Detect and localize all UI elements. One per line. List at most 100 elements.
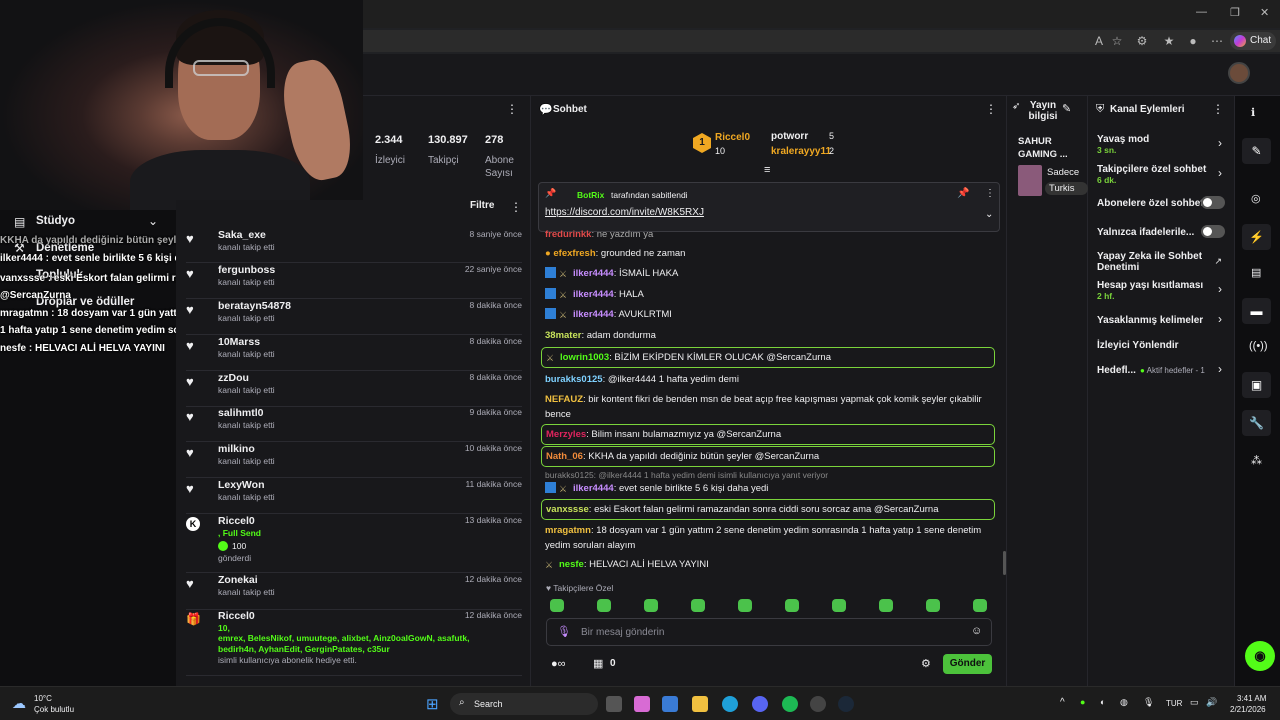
action-slow-mode[interactable]: Yavaş mod [1097, 134, 1149, 145]
action-raid[interactable]: İzleyici Yönlendir [1097, 340, 1179, 351]
avatar[interactable] [1228, 62, 1250, 84]
copilot-chat-button[interactable]: Chat [1230, 32, 1276, 50]
search-box[interactable]: ⌕ Search [450, 693, 598, 715]
action-emotes-only[interactable]: Yalnızca ifadelerile... [1097, 227, 1194, 238]
clock-time[interactable]: 3:41 AM [1237, 694, 1266, 703]
copilot-app-icon[interactable] [634, 696, 650, 712]
heart-icon: ♥ [186, 338, 194, 353]
list-item: ♥ fergunboss kanalı takip etti 22 saniye ön… [186, 264, 522, 299]
expand-icon[interactable]: ≡ [764, 164, 770, 176]
leader-name[interactable]: Riccel0 [715, 132, 750, 143]
pinned-link[interactable]: https://discord.com/invite/W8K5RXJ [545, 207, 704, 218]
chevron-right-icon[interactable]: › [1218, 166, 1222, 180]
notes-icon[interactable]: ▤ [1251, 266, 1261, 279]
camera-icon[interactable]: ◎ [1251, 192, 1261, 205]
language-indicator[interactable]: TUR [1166, 699, 1182, 708]
wrench-icon[interactable]: 🔧 [1242, 410, 1271, 436]
filter-button[interactable]: Filtre [470, 200, 494, 211]
action-subscribers-only[interactable]: Abonelere özel sohbet [1097, 198, 1204, 209]
action-goals[interactable]: Hedefl... [1097, 365, 1136, 376]
weather-desc[interactable]: Çok bulutlu [34, 705, 74, 714]
leader-name[interactable]: potworr [771, 131, 808, 142]
clock-date[interactable]: 2/21/2026 [1230, 705, 1266, 714]
chevron-down-icon[interactable]: ⌄ [148, 214, 158, 228]
edit-icon[interactable]: ✎ [1242, 138, 1271, 164]
windows-start-icon[interactable]: ⊞ [426, 695, 439, 713]
lightning-icon[interactable]: ⚡ [1242, 224, 1271, 250]
more-icon[interactable]: ⋮ [506, 102, 518, 116]
volume-icon[interactable]: 🔊 [1206, 697, 1217, 708]
copilot-icon [1234, 35, 1246, 47]
action-followers-only[interactable]: Takipçilere özel sohbet [1097, 164, 1206, 175]
subscribers-only-toggle[interactable] [1201, 196, 1225, 209]
microphone-icon[interactable]: 🎙 [1143, 697, 1154, 708]
tag-pill[interactable]: Turkis [1045, 182, 1088, 195]
close-icon[interactable]: ✕ [1260, 6, 1269, 19]
discord-icon[interactable] [752, 696, 768, 712]
broadcast-icon[interactable]: ((•)) [1249, 340, 1268, 352]
tray-steam-icon[interactable]: ◐ [1100, 697, 1105, 707]
follower-label: Takipçi [428, 155, 459, 166]
leader-count: 10 [715, 146, 726, 156]
heart-icon: ♥ [186, 374, 194, 389]
minimize-icon[interactable]: — [1196, 6, 1207, 18]
action-banned-words[interactable]: Yasaklanmış kelimeler [1097, 315, 1203, 326]
emote-bar[interactable] [550, 599, 1000, 615]
maximize-icon[interactable]: ❐ [1230, 6, 1240, 19]
action-ai-moderation[interactable]: Yapay Zeka ile Sohbet Denetimi [1097, 251, 1209, 273]
edit-icon[interactable]: ✎ [1062, 102, 1071, 115]
info-icon[interactable]: ℹ [1251, 106, 1255, 119]
spotify-icon[interactable] [782, 696, 798, 712]
more-icon[interactable]: ⋯ [1210, 34, 1224, 48]
task-view-icon[interactable] [606, 696, 622, 712]
leader-name[interactable]: kralerayyy11 [771, 146, 831, 157]
favorites-icon[interactable]: ★ [1162, 34, 1176, 48]
chevron-right-icon[interactable]: › [1218, 312, 1222, 326]
external-link-icon[interactable]: ↗ [1214, 256, 1222, 267]
category-name[interactable]: Sadece [1047, 167, 1088, 178]
more-icon[interactable]: ⋮ [985, 102, 997, 116]
tray-discord-icon[interactable]: ◍ [1120, 697, 1128, 708]
layout-icon[interactable]: ▣ [1242, 372, 1271, 398]
edge-icon[interactable] [722, 696, 738, 712]
app-icon[interactable] [662, 696, 678, 712]
read-aloud-icon[interactable]: A [1092, 34, 1106, 48]
settings-icon[interactable]: ⚙ [921, 657, 931, 670]
chat-message: ⚔ ilker4444: HALA [545, 287, 985, 302]
chat-icon: 💬 [539, 104, 553, 116]
file-explorer-icon[interactable] [692, 696, 708, 712]
chat-message: ⚔ ilker4444: AVUKLRTMI [545, 307, 985, 322]
microphone-icon[interactable]: 🎙 [557, 625, 571, 638]
chevron-right-icon[interactable]: › [1218, 362, 1222, 376]
tray-app-icon[interactable]: ● [1080, 697, 1085, 707]
obs-icon[interactable] [810, 696, 826, 712]
chat-input[interactable]: 🎙 Bir mesaj gönderin ☺ [546, 618, 992, 646]
sidebar-item-studio[interactable]: Stüdyo [36, 215, 75, 227]
favorite-star-icon[interactable]: ☆ [1110, 34, 1124, 48]
store-icon[interactable]: ▦ [593, 657, 603, 670]
share-icon[interactable]: ⁂ [1251, 454, 1262, 467]
weather-temp[interactable]: 10°C [34, 694, 52, 703]
kick-points-icon[interactable]: ●∞ [551, 658, 566, 670]
unpin-icon[interactable]: 📌 [957, 188, 969, 199]
emotes-only-toggle[interactable] [1201, 225, 1225, 238]
more-icon[interactable]: ⋮ [985, 188, 995, 199]
more-icon[interactable]: ⋮ [510, 200, 522, 214]
support-icon[interactable]: ◉ [1245, 641, 1275, 671]
scrollbar[interactable] [1003, 551, 1006, 575]
extensions-icon[interactable]: ⚙ [1135, 34, 1149, 48]
send-button[interactable]: Gönder [943, 654, 992, 674]
points-icon [218, 541, 228, 551]
profile-icon[interactable]: ● [1186, 34, 1200, 48]
chevron-down-icon[interactable]: ⌄ [985, 209, 993, 220]
chevron-right-icon[interactable]: › [1218, 282, 1222, 296]
action-account-age[interactable]: Hesap yaşı kısıtlaması [1097, 280, 1203, 291]
steam-icon[interactable] [838, 696, 854, 712]
chevron-right-icon[interactable]: › [1218, 136, 1222, 150]
tray-chevron-icon[interactable]: ^ [1060, 697, 1065, 708]
goals-status: ● Aktif hedefler - 1 [1140, 366, 1205, 375]
emoji-icon[interactable]: ☺ [971, 625, 982, 637]
network-icon[interactable]: ▭ [1190, 697, 1199, 708]
more-icon[interactable]: ⋮ [1212, 102, 1224, 116]
chat-bubble-icon[interactable]: ▬ [1242, 298, 1271, 324]
